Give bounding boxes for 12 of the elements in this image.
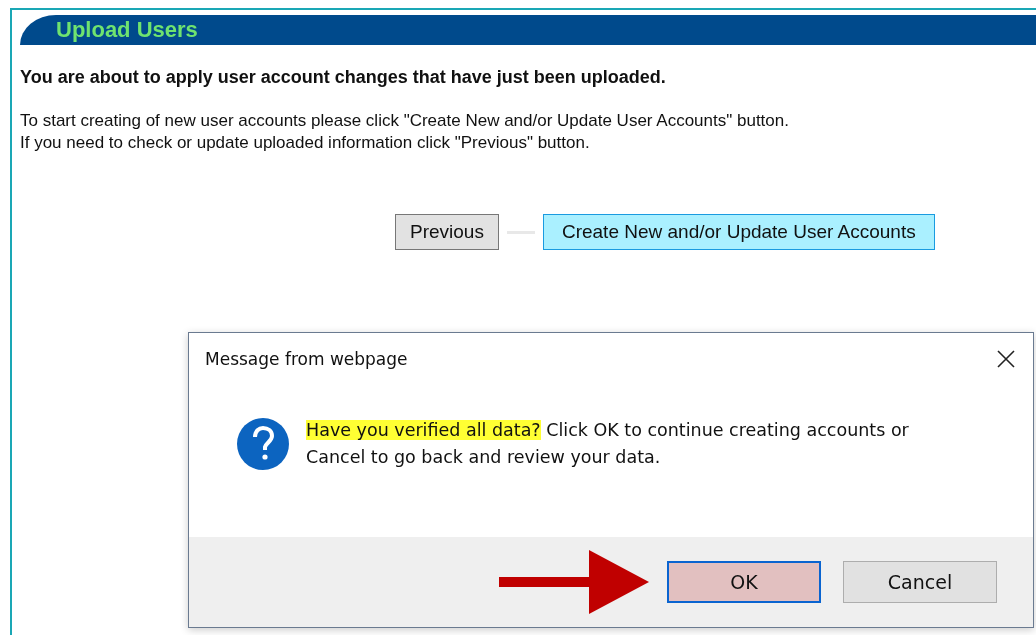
previous-button[interactable]: Previous [395,214,499,250]
question-icon [236,417,290,471]
intro-heading: You are about to apply user account changes that have just been uploaded. [20,67,667,88]
dialog-title: Message from webpage [205,349,408,369]
ok-button[interactable]: OK [667,561,821,603]
instruction-text: To start creating of new user accounts please click "Create New and/or Update User Accounts" button. [20,110,790,132]
dialog-message: Have you verified all data? Click OK to continue creating accounts or Cancel to go back and review your data. [306,419,910,469]
close-icon[interactable] [997,350,1015,368]
cancel-button[interactable]: Cancel [843,561,997,603]
page-title: Upload Users [56,17,198,43]
create-accounts-button[interactable]: Create New and/or Update User Accounts [542,214,935,250]
instruction-text: If you need to check or update uploaded information click "Previous" button. [20,132,591,154]
